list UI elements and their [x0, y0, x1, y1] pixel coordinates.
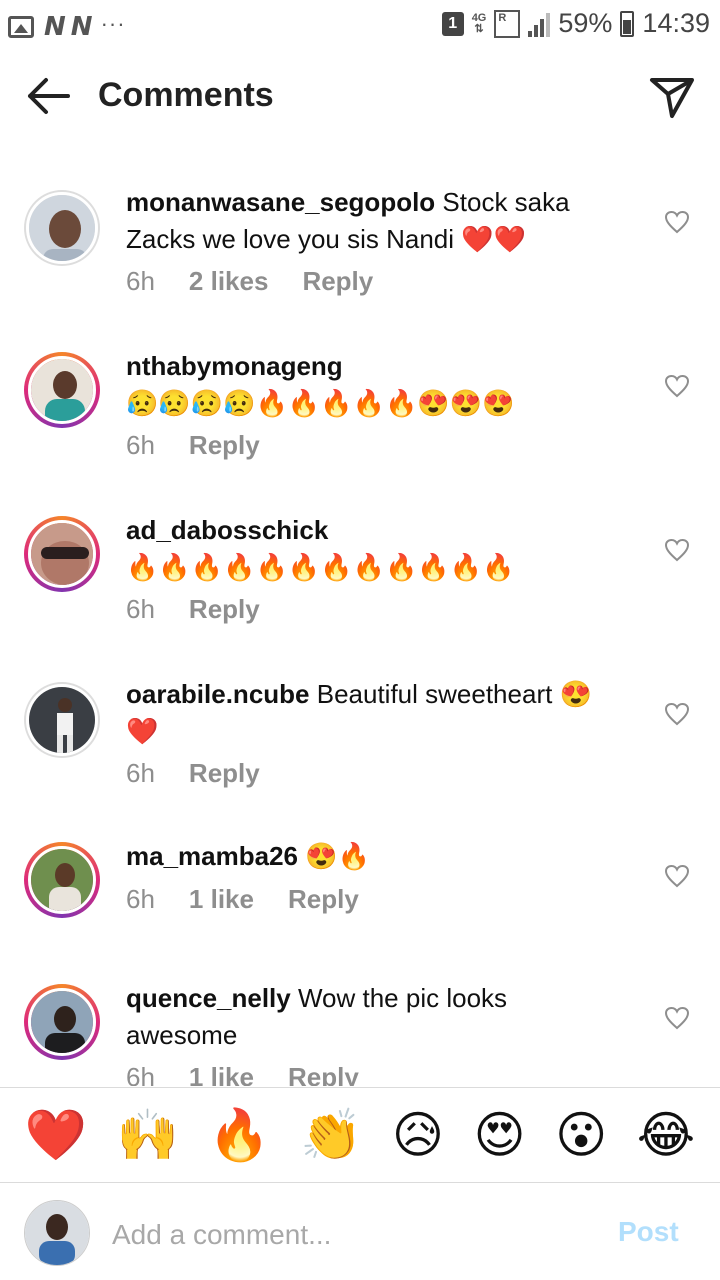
- reply-button[interactable]: Reply: [189, 758, 260, 789]
- heart-icon[interactable]: [664, 374, 690, 398]
- comment-meta: 6h Reply: [126, 594, 260, 625]
- comment-username[interactable]: quence_nelly: [126, 983, 291, 1013]
- post-button[interactable]: Post: [618, 1216, 679, 1248]
- battery-icon: [620, 10, 635, 37]
- reply-button[interactable]: Reply: [288, 884, 359, 915]
- more-notifications-icon: ···: [100, 11, 126, 36]
- status-left: N N ···: [8, 11, 126, 42]
- network-label: 4G: [471, 11, 487, 24]
- comment-username[interactable]: ad_dabosschick: [126, 515, 328, 545]
- paper-plane-icon[interactable]: [648, 74, 696, 120]
- comment-username[interactable]: monanwasane_segopolo: [126, 187, 435, 217]
- reply-button[interactable]: Reply: [288, 1062, 359, 1086]
- carrier-notification-icons: N N: [44, 12, 93, 42]
- comment-body: 😥😥😥😥🔥🔥🔥🔥🔥😍😍😍: [126, 388, 515, 418]
- heart-icon[interactable]: [664, 538, 690, 562]
- comment-username[interactable]: nthabymonageng: [126, 351, 343, 381]
- reply-button[interactable]: Reply: [302, 266, 373, 297]
- heart-icon[interactable]: [664, 702, 690, 726]
- comment-likes[interactable]: 2 likes: [189, 266, 269, 297]
- avatar-image: [28, 988, 96, 1056]
- arrow-left-icon[interactable]: [24, 76, 72, 116]
- reaction-sad[interactable]: 😥: [392, 1105, 444, 1165]
- comment-username[interactable]: oarabile.ncube: [126, 679, 310, 709]
- comment-meta: 6h Reply: [126, 430, 260, 461]
- current-user-avatar: [24, 1200, 90, 1266]
- comment-text: quence_nelly Wow the pic looks awesome: [126, 980, 596, 1054]
- avatar[interactable]: [24, 516, 100, 592]
- comment-meta: 6h Reply: [126, 758, 260, 789]
- reaction-clap[interactable]: 👏: [300, 1105, 362, 1165]
- sim-icon: 1: [441, 11, 464, 36]
- comment-time: 6h: [126, 430, 155, 460]
- comment-time: 6h: [126, 1062, 155, 1086]
- comment-body: 🔥🔥🔥🔥🔥🔥🔥🔥🔥🔥🔥🔥: [126, 552, 515, 582]
- heart-icon[interactable]: [664, 864, 690, 888]
- avatar-image: [28, 356, 96, 424]
- reaction-surprised[interactable]: 😮: [555, 1105, 607, 1165]
- comment-text: oarabile.ncube Beautiful sweetheart 😍❤️: [126, 676, 596, 750]
- comment-time: 6h: [126, 266, 155, 296]
- comment-item: nthabymonageng 😥😥😥😥🔥🔥🔥🔥🔥😍😍😍 6h Reply: [0, 351, 720, 512]
- battery-percent: 59%: [558, 8, 613, 38]
- avatar[interactable]: [24, 352, 100, 428]
- comment-body: 😍🔥: [305, 841, 370, 871]
- comment-time: 6h: [126, 758, 155, 788]
- comment-input[interactable]: [110, 1214, 594, 1256]
- avatar[interactable]: [24, 190, 100, 266]
- comments-list[interactable]: monanwasane_segopolo Stock saka Zacks we…: [0, 150, 720, 1086]
- reaction-heart-eyes[interactable]: 😍: [474, 1105, 526, 1165]
- comment-meta: 6h 1 like Reply: [126, 884, 359, 915]
- comment-item: quence_nelly Wow the pic looks awesome 6…: [0, 983, 720, 1086]
- comment-item: ma_mamba26 😍🔥 6h 1 like Reply: [0, 841, 720, 1002]
- comment-item: ad_dabosschick 🔥🔥🔥🔥🔥🔥🔥🔥🔥🔥🔥🔥 6h Reply: [0, 515, 720, 676]
- header: Comments: [0, 60, 720, 132]
- status-bar: N N ··· 1 4G ⇅ R 59% 14:39: [0, 0, 720, 50]
- comment-likes[interactable]: 1 like: [189, 884, 254, 915]
- reaction-laughing[interactable]: 😂: [637, 1105, 695, 1165]
- roaming-icon: R: [494, 9, 521, 38]
- status-right: 1 4G ⇅ R 59% 14:39: [441, 8, 710, 39]
- comment-meta: 6h 1 like Reply: [126, 1062, 359, 1086]
- comment-time: 6h: [126, 884, 155, 914]
- avatar-image: [28, 846, 96, 914]
- comment-text: ad_dabosschick 🔥🔥🔥🔥🔥🔥🔥🔥🔥🔥🔥🔥: [126, 512, 596, 586]
- heart-icon[interactable]: [664, 1006, 690, 1030]
- gallery-notification-icon: [8, 16, 34, 38]
- avatar[interactable]: [24, 842, 100, 918]
- avatar-image: [26, 684, 98, 756]
- comment-text: nthabymonageng 😥😥😥😥🔥🔥🔥🔥🔥😍😍😍: [126, 348, 596, 422]
- comment-item: oarabile.ncube Beautiful sweetheart 😍❤️ …: [0, 679, 720, 840]
- comment-text: monanwasane_segopolo Stock saka Zacks we…: [126, 184, 596, 258]
- comment-meta: 6h 2 likes Reply: [126, 266, 373, 297]
- comment-time: 6h: [126, 594, 155, 624]
- reaction-raised-hands[interactable]: 🙌: [117, 1105, 179, 1165]
- reply-button[interactable]: Reply: [189, 430, 260, 461]
- network-type: 4G ⇅: [471, 11, 487, 35]
- avatar-image: [26, 192, 98, 264]
- comment-composer: Post: [0, 1184, 720, 1280]
- avatar-image: [28, 520, 96, 588]
- comment-text: ma_mamba26 😍🔥: [126, 838, 596, 875]
- comment-item: monanwasane_segopolo Stock saka Zacks we…: [0, 187, 720, 348]
- avatar[interactable]: [24, 984, 100, 1060]
- reaction-fire[interactable]: 🔥: [208, 1105, 270, 1165]
- heart-icon[interactable]: [664, 210, 690, 234]
- clock: 14:39: [642, 8, 710, 38]
- page-title: Comments: [98, 76, 274, 114]
- reply-button[interactable]: Reply: [189, 594, 260, 625]
- signal-icon: [528, 11, 551, 37]
- reaction-heart[interactable]: ❤️: [25, 1105, 87, 1165]
- comment-likes[interactable]: 1 like: [189, 1062, 254, 1086]
- quick-reactions-bar: ❤️ 🙌 🔥 👏 😥 😍 😮 😂: [0, 1087, 720, 1183]
- avatar[interactable]: [24, 682, 100, 758]
- comment-username[interactable]: ma_mamba26: [126, 841, 298, 871]
